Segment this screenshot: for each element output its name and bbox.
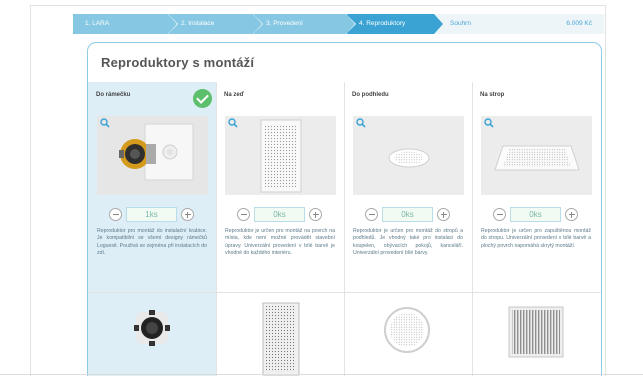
step-provedeni[interactable]: 3. Provedení bbox=[254, 14, 356, 34]
minus-circle-icon[interactable] bbox=[493, 208, 506, 221]
product-image[interactable] bbox=[97, 116, 208, 195]
total-price: 6.009 Kč bbox=[514, 14, 604, 34]
speaker-module-thumbnail[interactable] bbox=[132, 308, 172, 348]
minus-circle-icon[interactable] bbox=[237, 208, 250, 221]
ceiling-speaker-illustration bbox=[388, 148, 430, 168]
product-description: Reproduktor je určen pro montáž na povrc… bbox=[225, 228, 335, 256]
quantity-stepper: 1ks bbox=[88, 207, 216, 222]
in-wall-speaker-illustration bbox=[119, 123, 194, 181]
plus-circle-icon[interactable] bbox=[309, 208, 322, 221]
product-grid: Do rámečku 1ks Reproduktor pro montáž do… bbox=[88, 82, 601, 376]
wizard-steps: 1. LARA 2. Instalace 3. Provedení 4. Rep… bbox=[73, 14, 604, 34]
minus-circle-icon[interactable] bbox=[365, 208, 378, 221]
quantity-stepper: 0ks bbox=[472, 207, 600, 222]
quantity-stepper: 0ks bbox=[344, 207, 472, 222]
step-label: 3. Provedení bbox=[266, 20, 303, 27]
step-instalace[interactable]: 2. Instalace bbox=[169, 14, 263, 34]
checkmark-icon bbox=[193, 89, 212, 108]
step-souhrn[interactable]: Souhrn bbox=[434, 14, 514, 34]
product-image[interactable] bbox=[353, 116, 464, 195]
quantity-input[interactable]: 0ks bbox=[510, 207, 561, 222]
product-image[interactable] bbox=[481, 116, 592, 195]
quantity-stepper: 0ks bbox=[216, 207, 344, 222]
product-description: Reproduktor je určen pro montáž do strop… bbox=[353, 228, 463, 256]
flush-ceiling-speaker-thumbnail[interactable] bbox=[508, 306, 564, 358]
quantity-input[interactable]: 0ks bbox=[382, 207, 433, 222]
wall-speaker-illustration bbox=[260, 119, 302, 193]
step-lara[interactable]: 1. LARA bbox=[73, 14, 178, 34]
wall-speaker-thumbnail[interactable] bbox=[262, 302, 300, 376]
product-description: Reproduktor je určen pro zapuštěnou mont… bbox=[481, 228, 591, 249]
product-image[interactable] bbox=[225, 116, 336, 195]
product-label: Na zeď bbox=[224, 92, 244, 98]
step-label: 1. LARA bbox=[85, 20, 110, 27]
ceiling-speaker-thumbnail[interactable] bbox=[383, 306, 431, 354]
speakers-card: Reproduktory s montáží Do rámečku 1ks Re… bbox=[87, 42, 602, 376]
step-reproduktory[interactable]: 4. Reproduktory bbox=[347, 14, 443, 34]
flush-ceiling-speaker-illustration bbox=[494, 145, 580, 171]
product-label: Do rámečku bbox=[96, 92, 131, 98]
step-label: 2. Instalace bbox=[181, 20, 215, 27]
product-description: Reproduktor pro montáž do instalační kra… bbox=[97, 228, 207, 256]
plus-circle-icon[interactable] bbox=[565, 208, 578, 221]
minus-circle-icon[interactable] bbox=[109, 208, 122, 221]
row-divider bbox=[88, 292, 601, 293]
plus-circle-icon[interactable] bbox=[181, 208, 194, 221]
quantity-input[interactable]: 0ks bbox=[254, 207, 305, 222]
step-label: Souhrn bbox=[450, 20, 471, 27]
plus-circle-icon[interactable] bbox=[437, 208, 450, 221]
product-label: Do podhledu bbox=[352, 92, 389, 98]
step-label: 4. Reproduktory bbox=[359, 20, 406, 27]
section-title: Reproduktory s montáží bbox=[101, 55, 255, 70]
product-label: Na strop bbox=[480, 92, 505, 98]
quantity-input[interactable]: 1ks bbox=[126, 207, 177, 222]
